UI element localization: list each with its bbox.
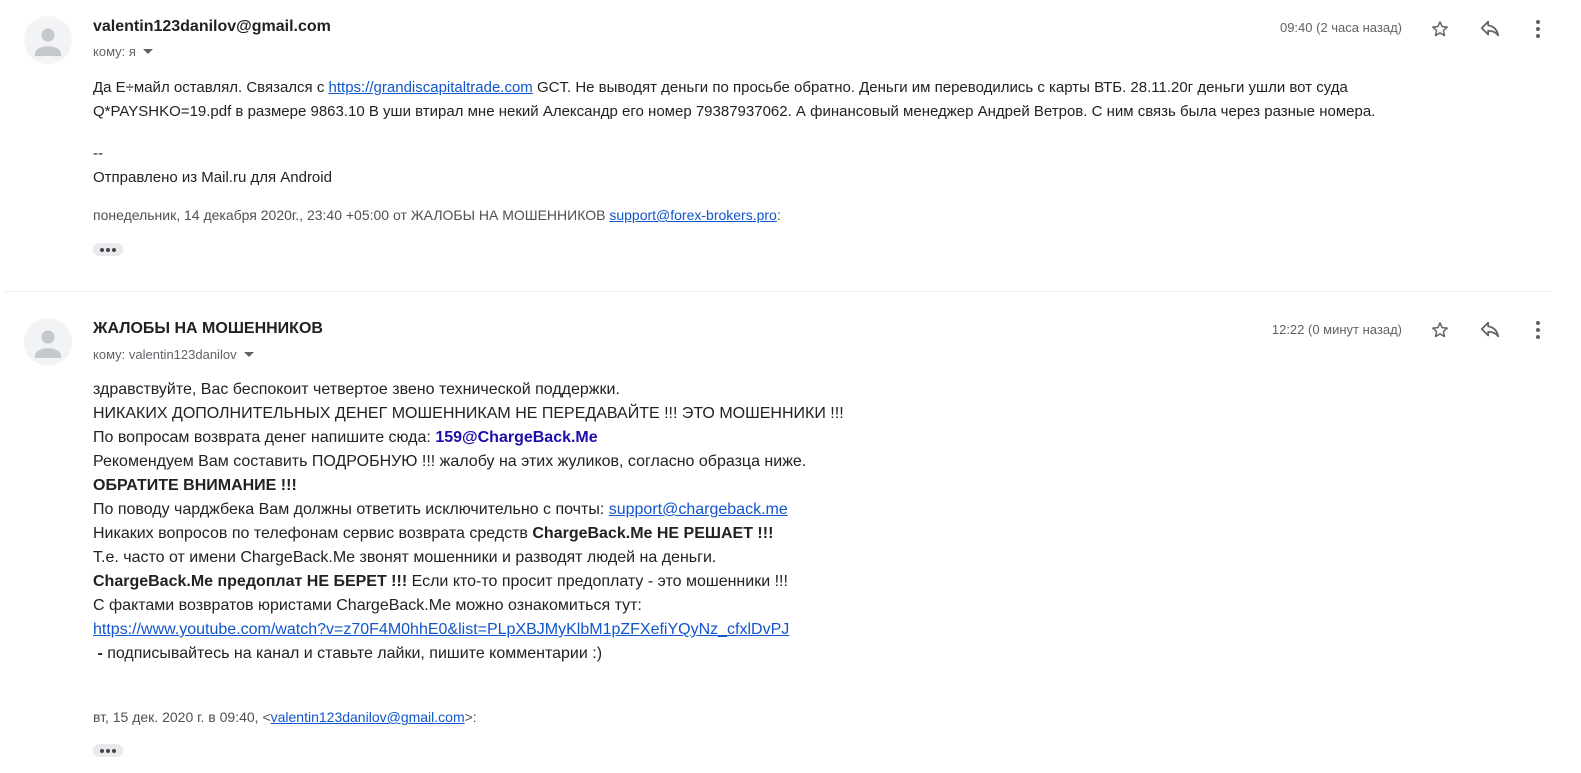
support-email-link[interactable]: support@chargeback.me bbox=[609, 501, 788, 518]
body-line: Рекомендуем Вам составить ПОДРОБНУЮ !!! … bbox=[93, 453, 807, 470]
body-text: По поводу чарджбека Вам должны ответить … bbox=[93, 501, 609, 518]
body-line: здравствуйте, Вас беспокоит четвертое зв… bbox=[93, 381, 620, 398]
star-icon bbox=[1432, 21, 1448, 37]
signature-dashes: -- bbox=[93, 145, 103, 162]
show-trimmed-content-button[interactable] bbox=[93, 243, 123, 256]
dot-icon bbox=[112, 748, 116, 753]
body-line: ОБРАТИТЕ ВНИМАНИЕ !!! bbox=[93, 477, 297, 494]
body-line: - подписывайтесь на канал и ставьте лайк… bbox=[93, 642, 844, 666]
chargeback-email[interactable]: 159@ChargeBack.Me bbox=[435, 429, 597, 446]
sender-name[interactable]: ЖАЛОБЫ НА МОШЕННИКОВ bbox=[93, 320, 323, 338]
star-button[interactable] bbox=[1427, 16, 1453, 42]
body-bold-text: - bbox=[93, 645, 108, 662]
body-line: Т.е. часто от имени ChargeBack.Me звонят… bbox=[93, 549, 717, 566]
quote-text: : bbox=[776, 207, 781, 223]
reply-icon bbox=[1480, 20, 1500, 37]
body-text: Если кто-то просит предоплату - это моше… bbox=[407, 573, 788, 590]
caret-down-icon bbox=[243, 352, 254, 357]
message-time: 09:40 (2 часа назад) bbox=[1279, 20, 1402, 35]
body-text: подписывайтесь на канал и ставьте лайки,… bbox=[107, 645, 603, 662]
person-icon bbox=[35, 28, 61, 56]
body-text: Да Е÷майл оставлял. Связался с bbox=[93, 79, 329, 96]
more-vert-icon bbox=[1536, 20, 1540, 38]
quote-text: понедельник, 14 декабря 2020г., 23:40 +0… bbox=[93, 207, 610, 223]
body-bold-text: ChargeBack.Me предоплат НЕ БЕРЕТ !!! bbox=[93, 573, 408, 590]
signature: -- Отправлено из Mail.ru для Android bbox=[93, 142, 332, 190]
body-line: ChargeBack.Me предоплат НЕ БЕРЕТ !!! Есл… bbox=[93, 570, 844, 594]
reply-button[interactable] bbox=[1477, 16, 1503, 42]
email-message: valentin123danilov@gmail.com кому: я 09:… bbox=[0, 0, 1581, 290]
recipient-dropdown[interactable]: кому: я bbox=[93, 44, 153, 59]
body-line: Никаких вопросов по телефонам сервис воз… bbox=[93, 522, 844, 546]
avatar[interactable] bbox=[24, 16, 72, 64]
reply-icon bbox=[1480, 321, 1500, 338]
body-line: https://www.youtube.com/watch?v=z70F4M0h… bbox=[93, 618, 844, 642]
caret-down-icon bbox=[142, 49, 153, 54]
body-line: С фактами возвратов юристами ChargeBack.… bbox=[93, 597, 642, 614]
body-text: Никаких вопросов по телефонам сервис воз… bbox=[93, 525, 533, 542]
person-icon bbox=[35, 330, 61, 358]
quote-header: понедельник, 14 декабря 2020г., 23:40 +0… bbox=[93, 207, 781, 223]
more-options-button[interactable] bbox=[1525, 16, 1551, 42]
message-time: 12:22 (0 минут назад) bbox=[1271, 322, 1402, 337]
dot-icon bbox=[106, 247, 110, 252]
recipient-dropdown[interactable]: кому: valentin123danilov bbox=[93, 347, 254, 362]
message-body: Да Е÷майл оставлял. Связался с https://g… bbox=[93, 76, 1375, 124]
body-line: По вопросам возврата денег напишите сюда… bbox=[93, 426, 844, 450]
body-text: По вопросам возврата денег напишите сюда… bbox=[93, 429, 436, 446]
dot-icon bbox=[100, 247, 104, 252]
recipient-label: кому: я bbox=[93, 44, 136, 59]
dot-icon bbox=[112, 247, 116, 252]
body-line: По поводу чарджбека Вам должны ответить … bbox=[93, 498, 844, 522]
quote-text: >: bbox=[464, 709, 477, 725]
avatar[interactable] bbox=[24, 318, 72, 366]
email-message: ЖАЛОБЫ НА МОШЕННИКОВ кому: valentin123da… bbox=[0, 292, 1581, 773]
more-vert-icon bbox=[1536, 321, 1540, 339]
website-link[interactable]: https://grandiscapitaltrade.com bbox=[329, 79, 533, 96]
recipient-label: кому: valentin123danilov bbox=[93, 347, 237, 362]
star-button[interactable] bbox=[1427, 317, 1453, 343]
body-bold-text: ChargeBack.Me НЕ РЕШАЕТ !!! bbox=[532, 525, 774, 542]
quote-email-link[interactable]: valentin123danilov@gmail.com bbox=[271, 709, 465, 725]
quote-text: вт, 15 дек. 2020 г. в 09:40, < bbox=[93, 709, 271, 725]
more-options-button[interactable] bbox=[1525, 317, 1551, 343]
youtube-link[interactable]: https://www.youtube.com/watch?v=z70F4M0h… bbox=[93, 621, 789, 638]
body-line: Да Е÷майл оставлял. Связался с https://g… bbox=[93, 76, 1375, 100]
dot-icon bbox=[100, 748, 104, 753]
body-line: Q*PAYSHKO=19.pdf в размере 9863.10 В уши… bbox=[93, 103, 1376, 120]
message-body: здравствуйте, Вас беспокоит четвертое зв… bbox=[93, 378, 844, 666]
reply-button[interactable] bbox=[1477, 317, 1503, 343]
quote-email-link[interactable]: support@forex-brokers.pro bbox=[609, 207, 777, 223]
star-icon bbox=[1432, 322, 1448, 338]
quote-header: вт, 15 дек. 2020 г. в 09:40, <valentin12… bbox=[93, 709, 477, 725]
body-text: GCT. Не выводят деньги по просьбе обратн… bbox=[532, 79, 1348, 96]
dot-icon bbox=[106, 748, 110, 753]
show-trimmed-content-button[interactable] bbox=[93, 744, 123, 757]
sender-name[interactable]: valentin123danilov@gmail.com bbox=[93, 18, 331, 36]
signature-text: Отправлено из Mail.ru для Android bbox=[93, 169, 332, 186]
body-line: НИКАКИХ ДОПОЛНИТЕЛЬНЫХ ДЕНЕГ МОШЕННИКАМ … bbox=[93, 405, 844, 422]
